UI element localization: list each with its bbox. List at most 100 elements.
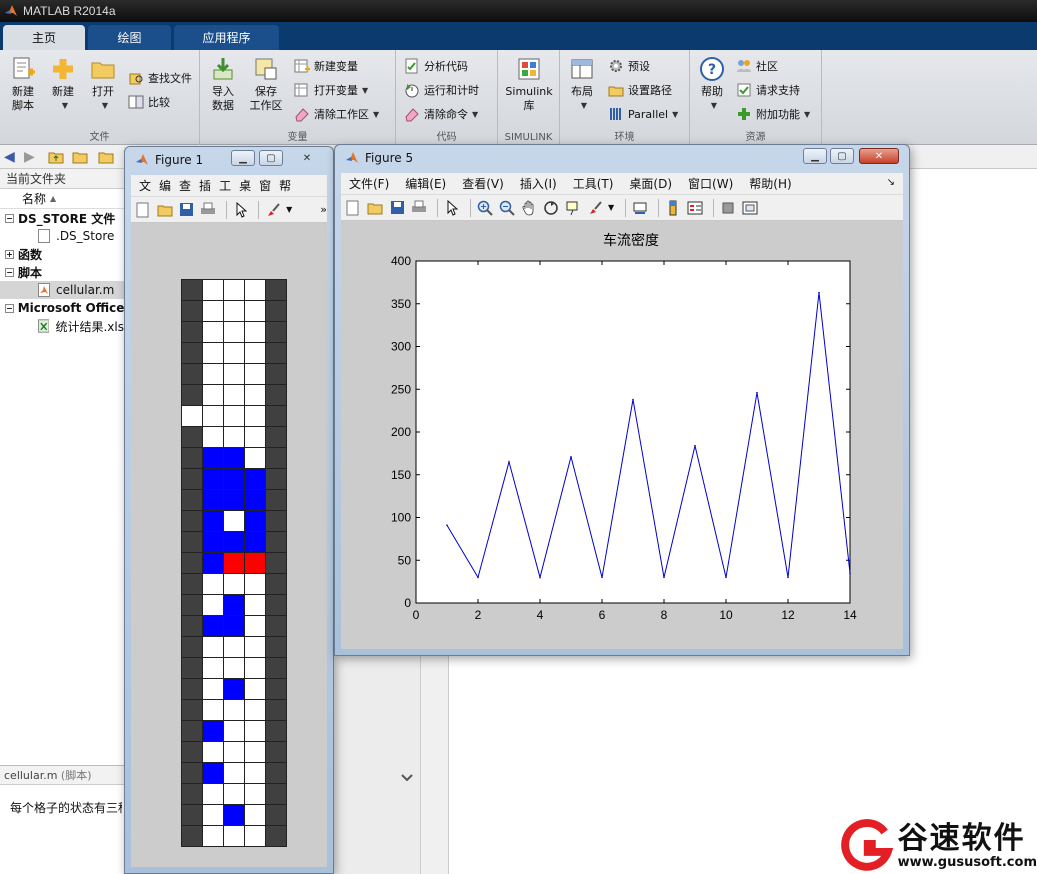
tree-item[interactable]: .DS_Store [0, 227, 124, 245]
request-support-button[interactable]: 请求支持 [736, 80, 800, 100]
menu-item[interactable]: 查 [179, 177, 191, 194]
menu-item[interactable]: 插入(I) [520, 175, 557, 192]
open-variable-button[interactable]: 打开变量 ▼ [294, 80, 368, 100]
menu-item[interactable]: 工具(T) [573, 175, 614, 192]
back-arrow-icon[interactable]: ◀ [4, 149, 15, 165]
save-icon[interactable] [388, 199, 406, 217]
compare-button[interactable]: 比较 [128, 92, 170, 112]
new-variable-icon [294, 59, 310, 73]
zoom-out-icon[interactable] [498, 199, 516, 217]
help-button[interactable]: ? 帮助 ▼ [696, 56, 728, 113]
link-plot-icon[interactable] [631, 199, 649, 217]
run-and-time-button[interactable]: 运行和计时 [404, 80, 479, 100]
brush-icon[interactable] [264, 201, 282, 219]
menu-overflow-icon[interactable]: ↘ [887, 177, 895, 188]
save-workspace-icon [255, 58, 277, 80]
maximize-button[interactable]: ▢ [259, 150, 283, 166]
chevron-down-icon[interactable]: ▼ [286, 205, 292, 214]
analyze-code-button[interactable]: 分析代码 [404, 56, 468, 76]
wall-cell [266, 511, 287, 532]
forward-arrow-icon[interactable]: ▶ [24, 149, 35, 165]
parallel-button[interactable]: Parallel ▼ [608, 104, 678, 124]
menu-item[interactable]: 文件(F) [349, 175, 389, 192]
preferences-button[interactable]: 预设 [608, 56, 650, 76]
hide-plot-tools-icon[interactable] [719, 199, 737, 217]
data-point [477, 576, 479, 579]
menu-item[interactable]: 帮助(H) [749, 175, 791, 192]
new-script-button[interactable]: 新建 脚本 [6, 56, 40, 113]
tree-item[interactable]: cellular.m [0, 281, 124, 299]
tree-group[interactable]: − Microsoft Office [0, 299, 124, 317]
new-variable-button[interactable]: 新建变量 [294, 56, 358, 76]
colorbar-icon[interactable] [664, 199, 682, 217]
close-button[interactable]: ✕ [295, 150, 319, 166]
ribbon-group-environment: 布局 ▼ 预设 设置路径 Parallel ▼ 环境 [560, 50, 690, 145]
save-icon[interactable] [177, 201, 195, 219]
find-files-button[interactable]: 查找文件 [128, 68, 192, 88]
open-file-icon[interactable] [156, 201, 174, 219]
menu-item[interactable]: 帮 [279, 177, 291, 194]
simulink-library-button[interactable]: Simulink 库 [504, 56, 554, 113]
collapse-icon[interactable]: − [5, 267, 14, 277]
collapse-icon[interactable]: − [5, 213, 14, 223]
close-button[interactable]: ✕ [859, 148, 899, 164]
new-figure-icon[interactable] [134, 201, 152, 219]
layout-button[interactable]: 布局 ▼ [566, 56, 598, 113]
browse-folder-icon[interactable] [72, 149, 88, 165]
toolbar-overflow-icon[interactable]: » [320, 203, 327, 216]
tree-group[interactable]: − DS_STORE 文件 [0, 209, 124, 227]
chevron-down-icon[interactable] [399, 772, 415, 784]
set-path-button[interactable]: 设置路径 [608, 80, 672, 100]
import-data-button[interactable]: 导入 数据 [208, 56, 238, 113]
print-icon[interactable] [199, 201, 217, 219]
expand-icon[interactable]: + [5, 249, 14, 259]
clear-commands-button[interactable]: 清除命令 ▼ [404, 104, 478, 124]
menu-item[interactable]: 插 [199, 177, 211, 194]
minimize-button[interactable]: ▁ [231, 150, 255, 166]
menu-item[interactable]: 文 [139, 177, 151, 194]
pan-hand-icon[interactable] [520, 199, 538, 217]
brush-icon[interactable] [586, 199, 604, 217]
menu-item[interactable]: 查看(V) [462, 175, 504, 192]
menu-item[interactable]: 窗口(W) [688, 175, 733, 192]
plot-area[interactable] [415, 260, 851, 604]
menu-item[interactable]: 工 [219, 177, 231, 194]
tree-item[interactable]: 统计结果.xls [0, 317, 124, 335]
name-column-header[interactable]: 名称 ▲ [0, 189, 124, 209]
rotate-3d-icon[interactable] [542, 199, 560, 217]
menu-item[interactable]: 窗 [259, 177, 271, 194]
open-file-icon[interactable] [366, 199, 384, 217]
show-plot-tools-icon[interactable] [741, 199, 759, 217]
save-workspace-button[interactable]: 保存 工作区 [246, 56, 286, 113]
open-button[interactable]: 打开 ▼ [88, 56, 118, 113]
menu-item[interactable]: 桌面(D) [629, 175, 672, 192]
print-icon[interactable] [410, 199, 428, 217]
tab-apps[interactable]: 应用程序 [174, 25, 279, 50]
menu-item[interactable]: 桌 [239, 177, 251, 194]
legend-icon[interactable] [686, 199, 704, 217]
tree-group[interactable]: + 函数 [0, 245, 124, 263]
chevron-down-icon[interactable]: ▼ [608, 203, 614, 212]
community-button[interactable]: 社区 [736, 56, 778, 76]
zoom-in-icon[interactable] [476, 199, 494, 217]
maximize-button[interactable]: ▢ [830, 148, 854, 164]
tab-plots[interactable]: 绘图 [88, 25, 171, 50]
menu-item[interactable]: 编辑(E) [405, 175, 446, 192]
data-cursor-icon[interactable] [564, 199, 582, 217]
new-figure-icon[interactable] [344, 199, 362, 217]
car-cell [203, 532, 224, 553]
menu-item[interactable]: 编 [159, 177, 171, 194]
tree-group[interactable]: − 脚本 [0, 263, 124, 281]
clear-workspace-button[interactable]: 清除工作区 ▼ [294, 104, 379, 124]
toolbar-separator [713, 198, 715, 217]
pointer-icon[interactable] [232, 201, 250, 219]
add-ons-button[interactable]: 附加功能 ▼ [736, 104, 810, 124]
empty-cell [203, 700, 224, 721]
pointer-icon[interactable] [443, 199, 461, 217]
collapse-icon[interactable]: − [5, 303, 14, 313]
tab-home[interactable]: 主页 [3, 25, 85, 50]
new-button[interactable]: 新建 ▼ [48, 56, 78, 113]
minimize-button[interactable]: ▁ [803, 148, 827, 164]
up-folder-icon[interactable] [48, 149, 64, 165]
data-point [818, 291, 820, 294]
